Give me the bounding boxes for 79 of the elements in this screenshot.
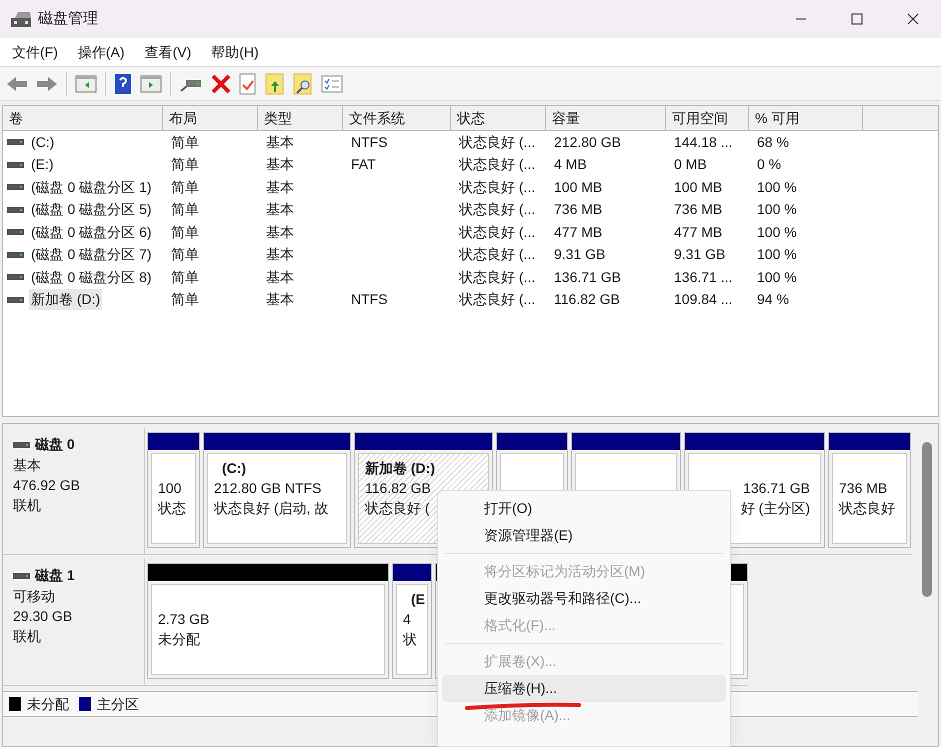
- partition-title: (E: [410, 590, 426, 609]
- table-cell-text: 简单: [171, 222, 199, 242]
- table-cell-text: 简单: [171, 200, 199, 220]
- table-cell-text: 477 MB: [554, 222, 602, 242]
- table-cell-text: 状态良好 (...: [459, 200, 536, 220]
- table-cell-text: 736 MB: [674, 200, 722, 220]
- table-cell-text: 109.84 ...: [674, 290, 732, 310]
- table-cell-text: 100 %: [757, 200, 797, 220]
- table-cell-text: 基本: [266, 268, 294, 287]
- partition-info: 116.82 GB: [365, 479, 432, 498]
- table-cell-text: 基本: [266, 290, 294, 310]
- legend-label: 未分配: [27, 694, 69, 714]
- table-cell-text: 状态良好 (...: [459, 132, 536, 152]
- table-cell-text: 状态良好 (...: [459, 245, 536, 264]
- table-cell-text: 100 %: [757, 222, 797, 242]
- disk-type: 可移动: [13, 587, 56, 606]
- table-cell-text: 状态良好 (...: [459, 290, 536, 310]
- table-cell-text: 100 %: [757, 268, 797, 287]
- partition-info: 状态良好: [839, 499, 896, 518]
- table-cell-text: 144.18 ...: [674, 132, 732, 152]
- partition-info: 100: [158, 479, 182, 498]
- partition-info: 状态良好 (启动, 故: [214, 499, 330, 518]
- table-cell-text: 94 %: [757, 290, 789, 310]
- partition-title: 新加卷 (D:): [365, 459, 436, 478]
- table-cell-text: 简单: [171, 155, 199, 174]
- table-cell-text: 简单: [171, 268, 199, 287]
- partition-info: 好 (主分区): [740, 499, 810, 518]
- table-cell-text: 477 MB: [674, 222, 722, 242]
- table-cell-text: 基本: [266, 245, 294, 264]
- table-cell-text: 136.71 GB: [554, 268, 621, 287]
- table-cell-text: 简单: [171, 290, 199, 310]
- table-cell-text: 状态良好 (...: [459, 222, 536, 242]
- legend-label: 主分区: [97, 694, 139, 714]
- partition-info: 4: [403, 610, 412, 629]
- table-cell-text: 状态良好 (...: [459, 178, 536, 197]
- disk-status: 联机: [13, 627, 42, 646]
- partition-info: 状: [403, 630, 418, 649]
- table-cell-text: 116.82 GB: [554, 290, 620, 310]
- table-cell-text: 简单: [171, 245, 199, 264]
- table-cell-text: 136.71 ...: [674, 268, 732, 287]
- table-cell-text: 100 MB: [674, 178, 722, 197]
- table-cell-text: 9.31 GB: [554, 245, 606, 264]
- table-cell-text: 0 MB: [674, 155, 707, 174]
- table-cell-text: 状态良好 (...: [459, 268, 536, 287]
- disk-name: 磁盘 1: [35, 566, 75, 585]
- disk-status: 联机: [13, 496, 42, 515]
- table-cell-text: 简单: [171, 132, 199, 152]
- window-title: 磁盘管理: [38, 8, 98, 29]
- table-cell-text: 基本: [266, 200, 294, 220]
- table-cell-text: 100 MB: [554, 178, 602, 197]
- disk-name: 磁盘 0: [35, 435, 75, 454]
- partition-info: 212.80 GB NTFS: [214, 479, 322, 498]
- table-cell-text: 9.31 GB: [674, 245, 726, 264]
- table-cell-text: 100 %: [757, 178, 797, 197]
- table-cell-text: 基本: [266, 155, 294, 174]
- table-cell-text: 100 %: [757, 245, 797, 264]
- table-cell-text: NTFS: [351, 290, 388, 310]
- partition-info: 未分配: [158, 630, 201, 649]
- partition-info: 状态: [158, 499, 187, 518]
- disk-size: 476.92 GB: [13, 476, 81, 495]
- disk-type: 基本: [13, 456, 42, 475]
- table-cell-text: NTFS: [351, 132, 388, 152]
- table-cell-text: 212.80 GB: [554, 132, 621, 152]
- table-cell-text: 68 %: [757, 132, 789, 152]
- table-cell-text: FAT: [351, 155, 376, 174]
- partition-title: (C:): [221, 459, 248, 478]
- table-cell-text: 简单: [171, 178, 199, 197]
- table-cell-text: 基本: [266, 132, 294, 152]
- partition-info: 2.73 GB: [158, 610, 210, 629]
- table-cell-text: 基本: [266, 178, 294, 197]
- table-cell-text: 4 MB: [554, 155, 587, 174]
- table-cell-text: 状态良好 (...: [459, 155, 536, 174]
- table-cell-text: 基本: [266, 222, 294, 242]
- partition-info: 736 MB: [839, 479, 888, 498]
- table-cell-text: 736 MB: [554, 200, 602, 220]
- disk-size: 29.30 GB: [13, 607, 74, 626]
- partition-info: 状态良好 (: [365, 499, 431, 518]
- partition-info: 136.71 GB: [743, 479, 810, 498]
- table-cell-text: 0 %: [757, 155, 782, 174]
